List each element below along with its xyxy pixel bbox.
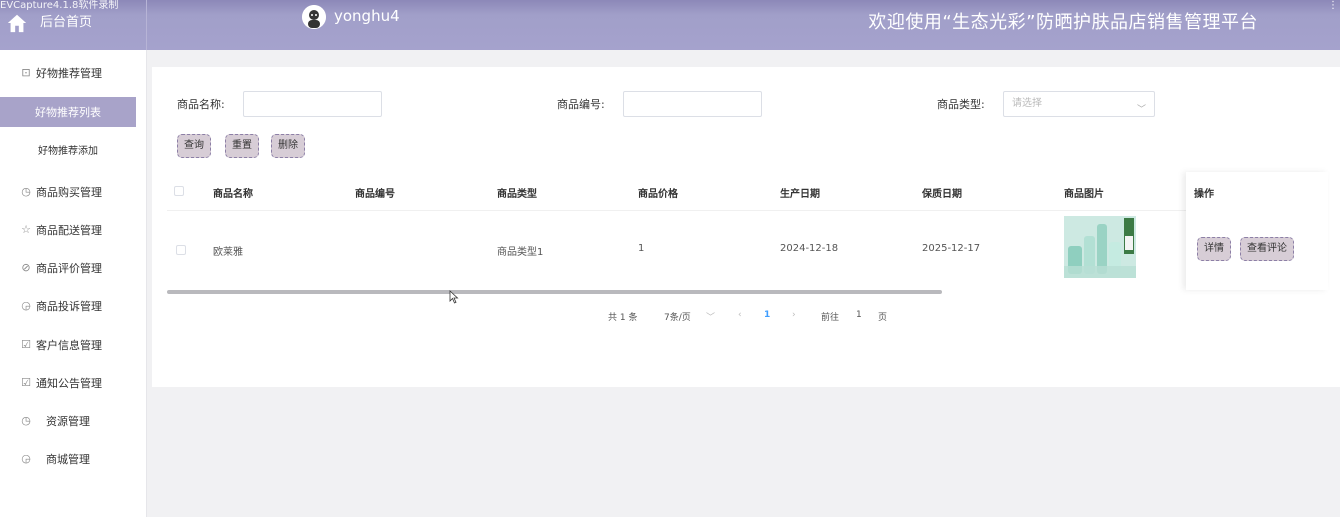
- clock-icon: ◷: [21, 185, 31, 198]
- col-header-type: 商品类型: [497, 189, 537, 200]
- sidebar-item-delivery[interactable]: ☆ 商品配送管理: [0, 216, 147, 244]
- sidebar-item-label: 客户信息管理: [36, 339, 102, 352]
- sidebar-item-complaint[interactable]: ◶ 商品投诉管理: [0, 292, 147, 320]
- product-name-label: 商品名称:: [177, 98, 225, 111]
- pagination-page-size[interactable]: 7条/页: [664, 310, 691, 323]
- col-header-code: 商品编号: [355, 189, 395, 200]
- sidebar-item-recommend[interactable]: ⊡ 好物推荐管理: [0, 59, 147, 87]
- sidebar-item-purchase[interactable]: ◷ 商品购买管理: [0, 178, 147, 206]
- pagination-current-page[interactable]: 1: [764, 310, 770, 320]
- reset-button[interactable]: 重置: [225, 134, 259, 158]
- pagination-goto-label: 前往: [821, 313, 840, 323]
- col-header-price: 商品价格: [638, 189, 678, 200]
- col-header-produced: 生产日期: [780, 189, 820, 200]
- sidebar-item-label: 资源管理: [46, 415, 90, 428]
- sidebar-item-review[interactable]: ⊘ 商品评价管理: [0, 254, 147, 282]
- pagination-goto-input[interactable]: 1: [856, 310, 862, 320]
- product-code-input[interactable]: [623, 91, 762, 117]
- row-checkbox[interactable]: [176, 245, 186, 255]
- prev-page-icon[interactable]: ‹: [738, 310, 742, 320]
- username[interactable]: yonghu4: [334, 7, 400, 25]
- pagination-total: 共 1 条: [608, 313, 638, 323]
- pagination-page-unit: 页: [878, 313, 888, 323]
- product-image-graphic: [1064, 216, 1136, 278]
- view-reviews-button[interactable]: 查看评论: [1240, 237, 1294, 261]
- sidebar-item-label: 通知公告管理: [36, 377, 102, 390]
- cell-price: 1: [638, 243, 645, 254]
- operations-column: 操作: [1186, 172, 1328, 290]
- sidebar-item-label: 商品投诉管理: [36, 300, 102, 313]
- col-header-image: 商品图片: [1064, 189, 1104, 200]
- avatar[interactable]: [302, 5, 326, 29]
- timer-icon: ◶: [21, 452, 31, 465]
- home-label: 后台首页: [40, 15, 93, 30]
- sidebar-item-mall[interactable]: ◶ 商城管理: [0, 445, 147, 473]
- col-header-actions: 操作: [1194, 189, 1214, 200]
- product-type-select[interactable]: 请选择 ﹀: [1003, 91, 1155, 117]
- cell-name: 欧莱雅: [213, 247, 243, 258]
- sidebar-item-notice[interactable]: ☑ 通知公告管理: [0, 369, 147, 397]
- table-header-divider: [167, 210, 1327, 211]
- home-icon: [7, 14, 27, 33]
- cell-expires: 2025-12-17: [922, 243, 981, 254]
- mouse-cursor-icon: [449, 290, 459, 304]
- query-button[interactable]: 查询: [177, 134, 211, 158]
- product-type-label: 商品类型:: [937, 98, 985, 111]
- table-scrollbar[interactable]: [167, 290, 942, 294]
- star-icon: ☆: [21, 223, 31, 236]
- window-menu-icon[interactable]: ⋮: [1328, 0, 1338, 11]
- cell-produced: 2024-12-18: [780, 243, 839, 254]
- checkbox-icon: ☑: [21, 338, 31, 351]
- sidebar: ⊡ 好物推荐管理 好物推荐列表 好物推荐添加 ◷ 商品购买管理 ☆ 商品配送管理…: [0, 50, 147, 517]
- sidebar-subitem-recommend-list[interactable]: 好物推荐列表: [0, 97, 136, 127]
- checkbox-icon: ☑: [21, 376, 31, 389]
- compass-icon: ⊘: [21, 261, 31, 274]
- product-image[interactable]: [1064, 216, 1136, 278]
- next-page-icon[interactable]: ›: [792, 310, 796, 320]
- product-code-label: 商品编号:: [557, 98, 605, 111]
- user-avatar-icon: [302, 5, 326, 29]
- delete-button[interactable]: 删除: [271, 134, 305, 158]
- sidebar-item-label: 商城管理: [46, 453, 90, 466]
- chevron-down-icon[interactable]: ﹀: [706, 310, 715, 323]
- col-header-expires: 保质日期: [922, 189, 962, 200]
- select-all-checkbox[interactable]: [174, 186, 184, 196]
- gift-icon: ⊡: [21, 66, 31, 79]
- detail-button[interactable]: 详情: [1197, 237, 1231, 261]
- col-header-name: 商品名称: [213, 189, 253, 200]
- sidebar-item-customer[interactable]: ☑ 客户信息管理: [0, 331, 147, 359]
- chevron-down-icon: ﹀: [1136, 105, 1146, 115]
- cell-type: 商品类型1: [497, 247, 544, 258]
- sidebar-item-label: 好物推荐管理: [36, 67, 102, 80]
- sidebar-subitem-recommend-add[interactable]: 好物推荐添加: [0, 135, 136, 163]
- site-title: 欢迎使用“生态光彩”防晒护肤品店销售管理平台: [868, 12, 1258, 33]
- sidebar-item-label: 商品配送管理: [36, 224, 102, 237]
- sidebar-item-label: 商品评价管理: [36, 262, 102, 275]
- product-name-input[interactable]: [243, 91, 382, 117]
- top-bar: EVCapture4.1.8软件录制 后台首页 yonghu4 欢迎使用“生态光…: [0, 0, 1340, 50]
- select-placeholder: 请选择: [1012, 98, 1042, 109]
- timer-icon: ◶: [21, 299, 31, 312]
- clock-icon: ◷: [21, 414, 31, 427]
- sidebar-item-label: 商品购买管理: [36, 186, 102, 199]
- sidebar-item-resources[interactable]: ◷ 资源管理: [0, 407, 147, 435]
- home-link[interactable]: 后台首页: [0, 0, 147, 50]
